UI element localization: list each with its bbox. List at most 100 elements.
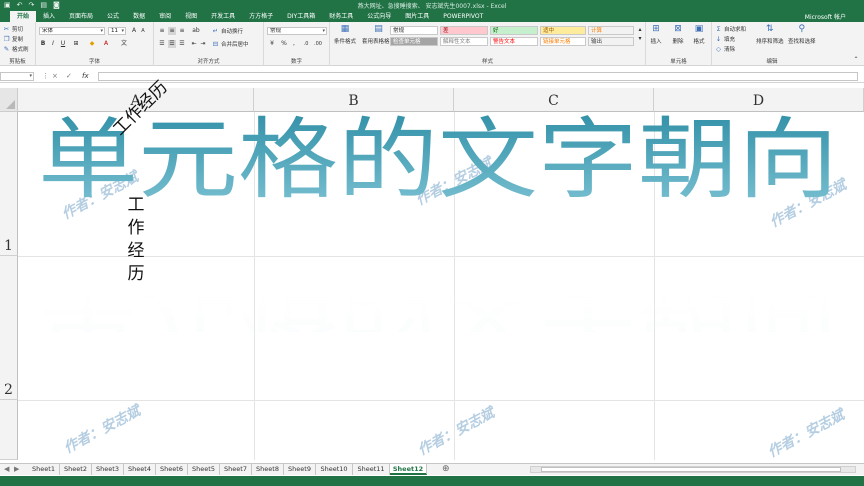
ribbon-tab[interactable]: 插入 bbox=[36, 11, 62, 22]
collapse-ribbon-icon[interactable]: ⌃ bbox=[852, 56, 860, 64]
cell-style-item[interactable]: 好 bbox=[490, 26, 538, 35]
font-size-select[interactable]: 11 bbox=[108, 27, 126, 35]
select-all-corner[interactable] bbox=[0, 88, 18, 112]
ribbon-tab[interactable]: 开发工具 bbox=[204, 11, 242, 22]
fill-color-icon[interactable]: ◆ bbox=[88, 40, 96, 48]
wordart-title[interactable]: 单元格的文字朝向 bbox=[28, 112, 848, 212]
name-box[interactable] bbox=[0, 72, 34, 81]
format-cells-button[interactable]: ▣ 格式 bbox=[693, 25, 705, 46]
copy-button[interactable]: ❐ 复制 bbox=[3, 35, 23, 43]
find-select-button[interactable]: ⚲ 查找和选择 bbox=[788, 25, 816, 46]
sheet-tab[interactable]: Sheet8 bbox=[252, 464, 284, 475]
ribbon-tab[interactable]: DIY工具箱 bbox=[280, 11, 322, 22]
sheet-tab[interactable]: Sheet7 bbox=[220, 464, 252, 475]
autosum-button[interactable]: Σ 自动求和 bbox=[715, 25, 746, 33]
ribbon-tab[interactable]: POWERPIVOT bbox=[436, 11, 490, 22]
merge-center-button[interactable]: ⊟ 合并后居中 bbox=[212, 40, 249, 48]
ribbon-tab[interactable]: 开始 bbox=[10, 11, 37, 22]
align-top-icon[interactable]: ≡ bbox=[158, 27, 166, 35]
fill-button[interactable]: ↓ 填充 bbox=[715, 35, 735, 43]
align-center-icon[interactable]: ☰ bbox=[168, 40, 176, 48]
orientation-icon[interactable]: ab bbox=[192, 27, 200, 35]
align-middle-icon[interactable]: ≡ bbox=[168, 27, 176, 35]
cell-style-item[interactable]: 常规 bbox=[390, 26, 438, 35]
ribbon-tab[interactable]: 财务工具 bbox=[322, 11, 360, 22]
ribbon-tab[interactable]: 公式 bbox=[100, 11, 126, 22]
ribbon-tab[interactable]: 公式向导 bbox=[360, 11, 398, 22]
ribbon-tab[interactable]: 数据 bbox=[126, 11, 152, 22]
row-header-1[interactable]: 1 bbox=[0, 112, 18, 256]
phonetic-icon[interactable]: 文 bbox=[120, 40, 128, 48]
add-sheet-icon[interactable]: ⊕ bbox=[442, 464, 450, 475]
align-left-icon[interactable]: ☰ bbox=[158, 40, 166, 48]
cell-style-item[interactable]: 解释性文本 bbox=[440, 37, 488, 46]
percent-icon[interactable]: % bbox=[280, 40, 288, 48]
enter-icon[interactable]: ✓ bbox=[66, 72, 72, 80]
border-icon[interactable]: ⊞ bbox=[72, 40, 80, 48]
ribbon-tab[interactable]: 页面布局 bbox=[62, 11, 100, 22]
prev-sheet-icon[interactable]: ◀ bbox=[4, 465, 9, 473]
number-format-select[interactable]: 常规 bbox=[267, 27, 327, 35]
comma-icon[interactable]: , bbox=[290, 40, 298, 48]
sheet-tab[interactable]: Sheet4 bbox=[124, 464, 156, 475]
cell-style-item[interactable]: 适中 bbox=[540, 26, 586, 35]
decrease-indent-icon[interactable]: ⇤ bbox=[190, 40, 198, 48]
ribbon-tab[interactable]: 方方格子 bbox=[242, 11, 280, 22]
cell-style-item[interactable]: 输出 bbox=[588, 37, 634, 46]
conditional-format-button[interactable]: ▦ 条件格式 bbox=[334, 25, 356, 46]
underline-button[interactable]: U bbox=[59, 40, 67, 48]
column-header-d[interactable]: D bbox=[654, 88, 864, 112]
align-right-icon[interactable]: ☰ bbox=[178, 40, 186, 48]
gallery-down-icon[interactable]: ▾ bbox=[636, 35, 644, 43]
gallery-up-icon[interactable]: ▴ bbox=[636, 26, 644, 34]
format-painter-button[interactable]: ✎ 格式刷 bbox=[3, 45, 29, 53]
font-name-select[interactable]: 宋体 bbox=[39, 27, 105, 35]
scrollbar-thumb[interactable] bbox=[541, 467, 841, 472]
horizontal-scrollbar[interactable] bbox=[530, 466, 856, 473]
increase-decimal-icon[interactable]: .0 bbox=[302, 40, 310, 48]
sheet-tab[interactable]: Sheet6 bbox=[156, 464, 188, 475]
sheet-tab[interactable]: Sheet3 bbox=[92, 464, 124, 475]
column-header-c[interactable]: C bbox=[454, 88, 654, 112]
insert-cells-button[interactable]: ⊞ 插入 bbox=[650, 24, 662, 46]
ribbon-tab[interactable]: 审阅 bbox=[152, 11, 178, 22]
insert-function-icon[interactable]: fx bbox=[82, 72, 89, 80]
cell-style-item[interactable]: 检查单元格 bbox=[390, 37, 438, 46]
sheet-tab[interactable]: Sheet12 bbox=[390, 464, 427, 475]
next-sheet-icon[interactable]: ▶ bbox=[14, 465, 19, 473]
font-color-icon[interactable]: A bbox=[102, 40, 110, 48]
decrease-font-icon[interactable]: A bbox=[139, 27, 147, 35]
cell-style-item[interactable]: 差 bbox=[440, 26, 488, 35]
insert-cells-icon: ⊞ bbox=[652, 24, 660, 34]
clear-button[interactable]: ◇ 清除 bbox=[715, 45, 735, 53]
cancel-icon[interactable]: × bbox=[52, 72, 58, 80]
row-header-2[interactable]: 2 bbox=[0, 256, 18, 400]
cut-button[interactable]: ✂ 剪切 bbox=[3, 25, 23, 33]
ribbon-tab[interactable]: 视图 bbox=[178, 11, 204, 22]
cell-style-item[interactable]: 链接单元格 bbox=[540, 37, 586, 46]
decrease-decimal-icon[interactable]: .00 bbox=[314, 40, 322, 48]
cell-style-item[interactable]: 警告文本 bbox=[490, 37, 538, 46]
clipboard-group: ✂ 剪切 ❐ 复制 ✎ 格式刷 剪贴板 bbox=[0, 22, 36, 66]
column-header-b[interactable]: B bbox=[254, 88, 454, 112]
align-bottom-icon[interactable]: ≡ bbox=[178, 27, 186, 35]
delete-cells-button[interactable]: ⊠ 删除 bbox=[672, 25, 684, 46]
bold-button[interactable]: B bbox=[39, 40, 47, 48]
formula-input[interactable] bbox=[98, 72, 858, 81]
sheet-tab[interactable]: Sheet9 bbox=[284, 464, 316, 475]
sheet-tab[interactable]: Sheet1 bbox=[28, 464, 60, 475]
sheet-tab[interactable]: Sheet2 bbox=[60, 464, 92, 475]
currency-icon[interactable]: ¥ bbox=[268, 40, 276, 48]
sheet-tab[interactable]: Sheet5 bbox=[188, 464, 220, 475]
increase-font-icon[interactable]: A bbox=[130, 27, 138, 35]
italic-button[interactable]: I bbox=[49, 40, 57, 48]
increase-indent-icon[interactable]: ⇥ bbox=[199, 40, 207, 48]
sheet-tab[interactable]: Sheet10 bbox=[316, 464, 353, 475]
row-header-3[interactable] bbox=[0, 400, 18, 460]
sheet-tab[interactable]: Sheet11 bbox=[353, 464, 390, 475]
account-name[interactable]: Microsoft 帐户 bbox=[805, 12, 846, 21]
wrap-text-button[interactable]: ↵ 自动换行 bbox=[212, 27, 243, 35]
sort-filter-button[interactable]: ⇅ 排序和筛选 bbox=[756, 25, 784, 46]
ribbon-tab[interactable]: 图片工具 bbox=[398, 11, 436, 22]
cell-style-item[interactable]: 计算 bbox=[588, 26, 634, 35]
